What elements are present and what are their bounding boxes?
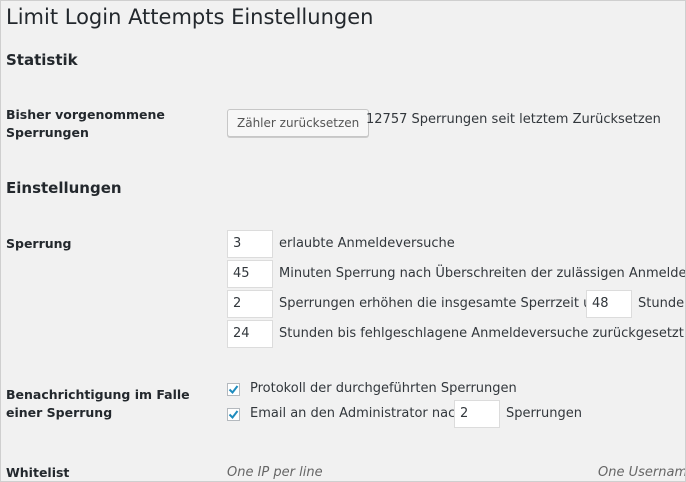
- email-after-lockouts-input[interactable]: 2: [454, 400, 500, 428]
- label-lockouts-total: Bisher vorgenommene Sperrungen: [6, 107, 165, 140]
- email-admin-checkbox[interactable]: [227, 408, 240, 421]
- email-suffix-text: Sperrungen: [506, 406, 582, 421]
- increase-lockouts-input[interactable]: 2: [227, 290, 273, 318]
- settings-page: Limit Login Attempts Einstellungen Stati…: [0, 0, 686, 482]
- label-whitelist: Whitelist: [6, 465, 70, 480]
- whitelist-ip-placeholder[interactable]: One IP per line: [227, 465, 323, 480]
- label-sperrung: Sperrung: [6, 236, 72, 251]
- checkmark-icon: [228, 410, 239, 420]
- increase-lockouts-text: Sperrungen erhöhen die insgesamte Sperrz…: [279, 296, 605, 311]
- lockout-duration-input[interactable]: 45: [227, 260, 273, 288]
- whitelist-username-placeholder[interactable]: One Username: [598, 465, 685, 480]
- log-lockouts-checkbox[interactable]: [227, 383, 240, 396]
- increase-hours-input[interactable]: 48: [586, 290, 632, 318]
- lockout-count-text: 12757 Sperrungen seit letztem Zurücksetz…: [366, 112, 661, 127]
- increase-hours-text: Stunden: [638, 296, 685, 311]
- log-lockouts-text: Protokoll der durchgeführten Sperrungen: [250, 381, 517, 396]
- checkmark-icon: [228, 385, 239, 395]
- email-admin-text: Email an den Administrator nach: [250, 406, 464, 421]
- allowed-retries-text: erlaubte Anmeldeversuche: [279, 236, 455, 251]
- section-heading-statistik: Statistik: [6, 51, 78, 69]
- reset-counter-button[interactable]: Zähler zurücksetzen: [227, 109, 370, 137]
- label-benachrichtigung: Benachrichtigung im Falle einer Sperrung: [6, 387, 190, 420]
- reset-hours-input[interactable]: 24: [227, 320, 273, 348]
- lockout-duration-text: Minuten Sperrung nach Überschreiten der …: [279, 266, 686, 281]
- reset-hours-text: Stunden bis fehlgeschlagene Anmeldeversu…: [279, 326, 686, 341]
- page-title: Limit Login Attempts Einstellungen: [6, 5, 374, 29]
- section-heading-einstellungen: Einstellungen: [6, 179, 122, 197]
- allowed-retries-input[interactable]: 3: [227, 230, 273, 258]
